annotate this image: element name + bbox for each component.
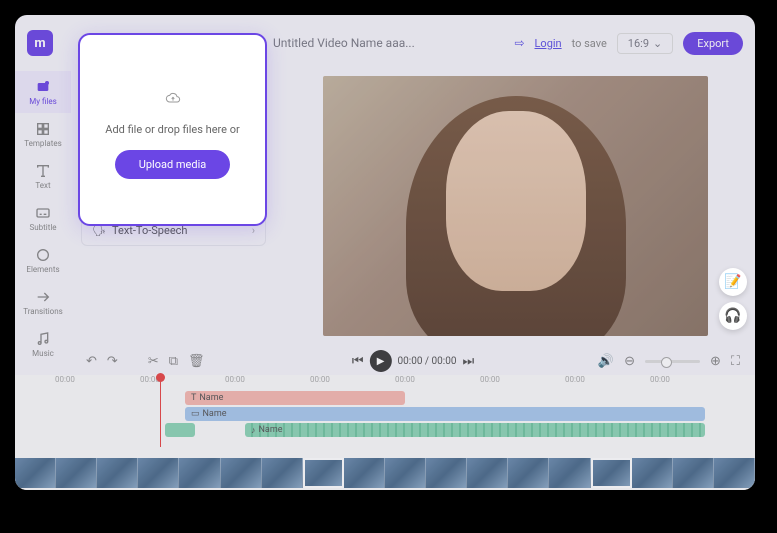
notes-tool-icon[interactable]: 📝 (719, 268, 747, 296)
support-icon[interactable]: 🎧 (719, 302, 747, 330)
upload-media-button[interactable]: Upload media (115, 150, 231, 179)
drop-text: Add file or drop files here or (105, 123, 239, 136)
upload-popup: Add file or drop files here or Upload me… (78, 33, 267, 226)
cloud-upload-icon (165, 80, 181, 113)
